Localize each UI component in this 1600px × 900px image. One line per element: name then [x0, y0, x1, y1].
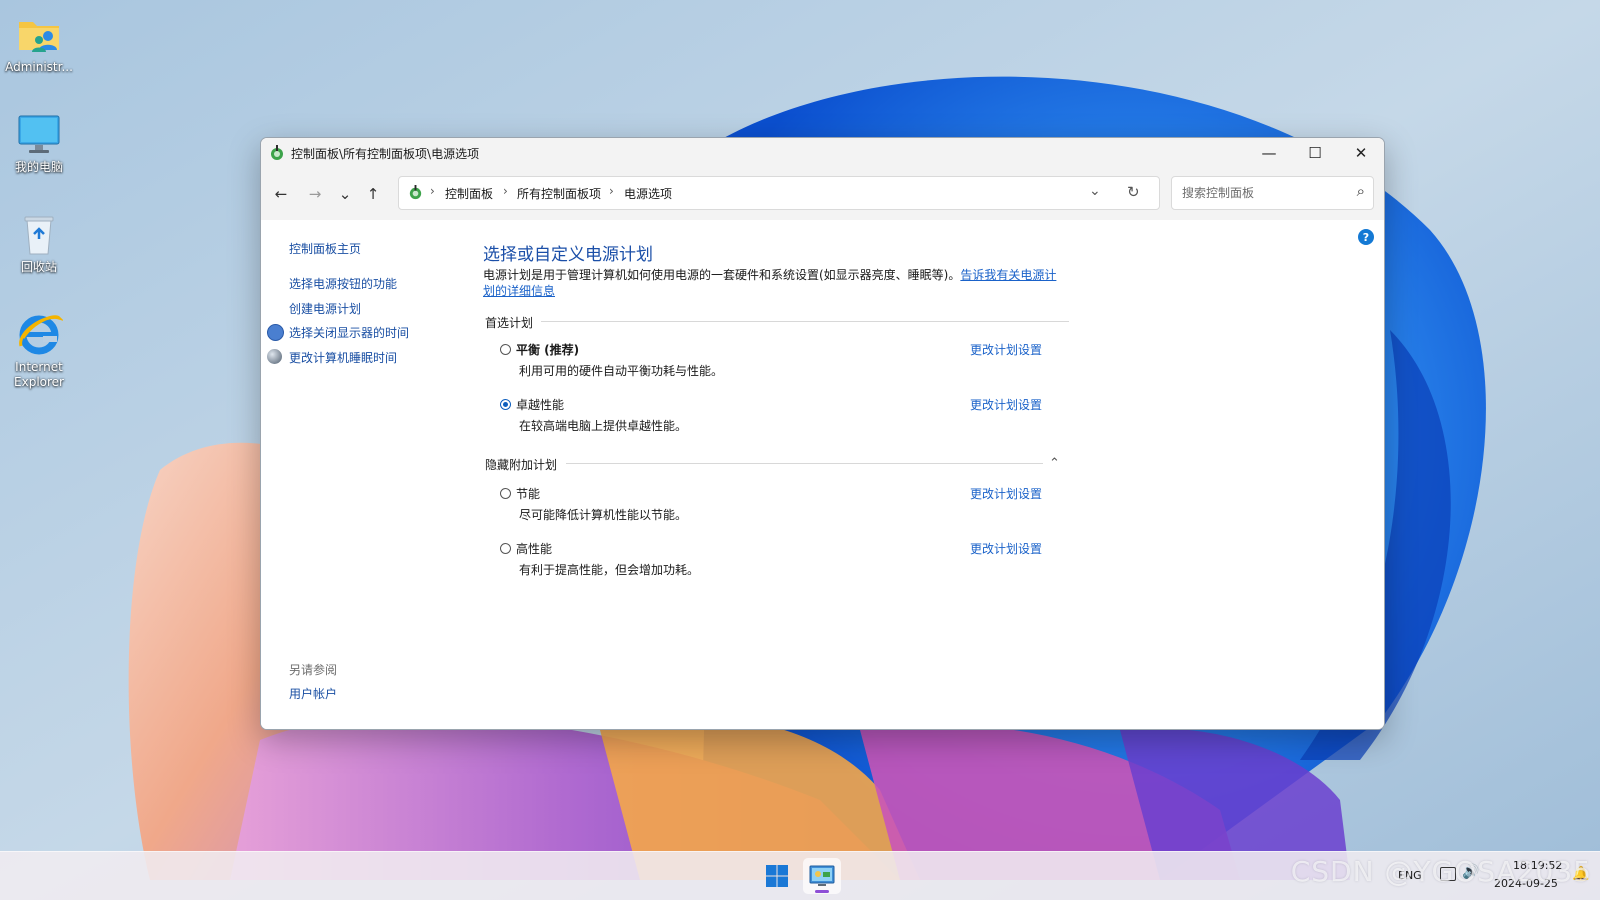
intro-description: 电源计划是用于管理计算机如何使用电源的一套硬件和系统设置(如显示器亮度、睡眠等)…	[483, 268, 961, 282]
desktop-icon-label: Administr...	[5, 60, 73, 74]
start-button[interactable]	[758, 858, 796, 894]
recycle-bin-icon	[15, 210, 63, 258]
help-icon[interactable]: ?	[1358, 229, 1374, 245]
display-clock-icon	[267, 324, 284, 341]
arrow-up-icon: ↑	[366, 185, 380, 203]
up-button[interactable]: ↑	[361, 182, 385, 206]
refresh-icon[interactable]: ↻	[1127, 183, 1140, 201]
hidden-plans-label[interactable]: 隐藏附加计划	[485, 456, 557, 473]
content-area: ? 控制面板主页 选择电源按钮的功能 创建电源计划 选择关闭显示器的时间 更改计…	[261, 220, 1384, 729]
chevron-down-icon: ⌄	[338, 185, 352, 203]
active-app-indicator	[815, 890, 829, 893]
sidebar-link-display-off[interactable]: 选择关闭显示器的时间	[289, 324, 409, 341]
plan-desc-ultimate-performance: 在较高端电脑上提供卓越性能。	[519, 419, 688, 433]
plan-radio-high-performance[interactable]	[500, 543, 511, 554]
preferred-plans-divider	[541, 321, 1069, 322]
change-plan-settings-power-saver[interactable]: 更改计划设置	[970, 485, 1042, 502]
sidebar-link-power-button[interactable]: 选择电源按钮的功能	[289, 275, 397, 292]
plan-radio-balanced[interactable]	[500, 344, 511, 355]
preferred-plans-label: 首选计划	[485, 316, 534, 330]
power-options-app-icon	[271, 145, 283, 160]
hidden-plans-divider	[566, 463, 1043, 464]
control-panel-icon	[409, 184, 422, 200]
plan-name-high-performance[interactable]: 高性能	[516, 540, 552, 557]
change-plan-settings-balanced[interactable]: 更改计划设置	[970, 341, 1042, 358]
desktop-icon-recycle-bin[interactable]: 回收站	[0, 204, 78, 275]
windows-logo-icon	[766, 865, 788, 887]
minimize-icon: —	[1261, 144, 1277, 162]
plan-desc-power-saver: 尽可能降低计算机性能以节能。	[519, 508, 688, 522]
navigation-bar: ← → ⌄ ↑ › 控制面板 › 所有控制面板项 › 电源选项 ⌄ ↻ ⌕	[261, 168, 1384, 220]
breadcrumb-separator: ›	[430, 184, 435, 198]
title-bar[interactable]: 控制面板\所有控制面板项\电源选项 — ☐ ✕	[261, 138, 1384, 168]
plan-radio-ultimate-performance[interactable]	[500, 399, 511, 410]
breadcrumb-power-options[interactable]: 电源选项	[624, 185, 672, 202]
desktop-icon-my-computer[interactable]: 我的电脑	[0, 104, 78, 175]
intro-text: 电源计划是用于管理计算机如何使用电源的一套硬件和系统设置(如显示器亮度、睡眠等)…	[483, 267, 1063, 299]
moon-icon	[267, 349, 282, 364]
forward-button[interactable]: →	[303, 182, 327, 206]
collapse-chevron-icon[interactable]: ⌃	[1049, 456, 1060, 471]
power-options-window: 控制面板\所有控制面板项\电源选项 — ☐ ✕ ← → ⌄ ↑ › 控制面板 ›…	[260, 137, 1385, 730]
recent-locations-button[interactable]: ⌄	[333, 182, 357, 206]
sidebar-link-sleep-time[interactable]: 更改计算机睡眠时间	[289, 349, 397, 366]
help-glyph: ?	[1362, 230, 1370, 244]
plan-name-balanced[interactable]: 平衡 (推荐)	[516, 341, 579, 358]
address-bar[interactable]: › 控制面板 › 所有控制面板项 › 电源选项 ⌄ ↻	[398, 176, 1160, 210]
change-plan-settings-high-performance[interactable]: 更改计划设置	[970, 540, 1042, 557]
page-title: 选择或自定义电源计划	[483, 245, 653, 265]
sidebar-link-control-panel-home[interactable]: 控制面板主页	[289, 240, 361, 257]
plan-desc-balanced: 利用可用的硬件自动平衡功耗与性能。	[519, 364, 724, 378]
sidebar-link-user-accounts[interactable]: 用户帐户	[289, 685, 337, 702]
desktop-icon-internet-explorer[interactable]: Internet Explorer	[0, 304, 78, 390]
sidebar-link-create-plan[interactable]: 创建电源计划	[289, 300, 361, 317]
monitor-icon	[15, 110, 63, 158]
minimize-button[interactable]: —	[1246, 138, 1292, 168]
arrow-left-icon: ←	[274, 185, 288, 203]
desktop-icon-administrator[interactable]: Administr...	[0, 4, 78, 75]
search-input[interactable]	[1180, 183, 1344, 203]
desktop-icon-label: 我的电脑	[14, 160, 63, 174]
desktop-icon-label: Internet Explorer	[14, 360, 64, 389]
breadcrumb-control-panel[interactable]: 控制面板	[445, 185, 493, 202]
change-plan-settings-ultimate[interactable]: 更改计划设置	[970, 396, 1042, 413]
search-icon: ⌕	[1356, 182, 1365, 200]
csdn-watermark: CSDN @YGOSA2035	[1290, 855, 1592, 888]
user-folder-icon	[15, 10, 63, 58]
maximize-button[interactable]: ☐	[1292, 138, 1338, 168]
breadcrumb-all-items[interactable]: 所有控制面板项	[517, 185, 601, 202]
plan-name-ultimate-performance[interactable]: 卓越性能	[516, 396, 564, 413]
plan-name-power-saver[interactable]: 节能	[516, 485, 540, 502]
breadcrumb-separator: ›	[609, 184, 614, 198]
maximize-icon: ☐	[1308, 144, 1322, 162]
plan-radio-power-saver[interactable]	[500, 488, 511, 499]
back-button[interactable]: ←	[269, 182, 293, 206]
window-title: 控制面板\所有控制面板项\电源选项	[291, 147, 480, 161]
control-panel-taskbar-icon	[809, 865, 835, 886]
address-dropdown-icon[interactable]: ⌄	[1089, 183, 1101, 199]
search-box[interactable]: ⌕	[1171, 176, 1374, 210]
close-button[interactable]: ✕	[1338, 138, 1384, 168]
arrow-right-icon: →	[308, 185, 322, 203]
breadcrumb-separator: ›	[503, 184, 508, 198]
desktop-icon-label: 回收站	[20, 260, 57, 274]
close-icon: ✕	[1354, 144, 1368, 162]
internet-explorer-icon	[15, 310, 65, 358]
plan-desc-high-performance: 有利于提高性能，但会增加功耗。	[519, 563, 700, 577]
see-also-label: 另请参阅	[289, 663, 338, 677]
taskbar-control-panel-button[interactable]	[803, 858, 841, 894]
